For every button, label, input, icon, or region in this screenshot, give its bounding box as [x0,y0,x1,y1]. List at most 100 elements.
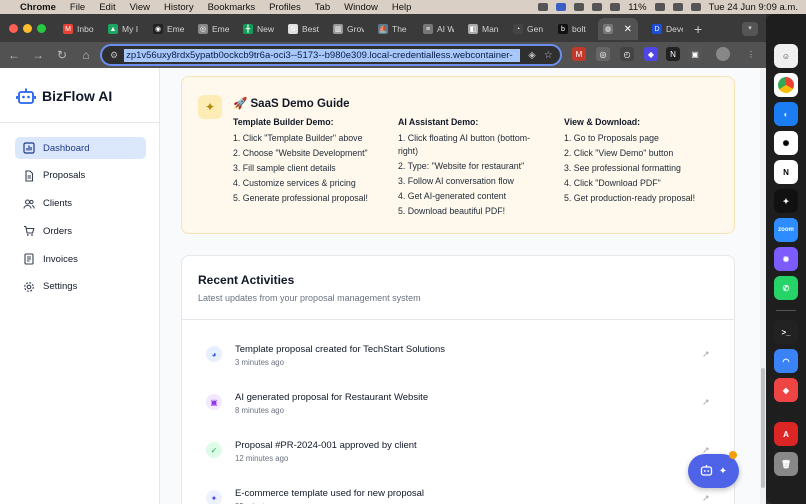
extension-icon[interactable]: ◎ [596,47,610,61]
activity-item[interactable]: ✓ Proposal #PR-2024-001 approved by clien… [182,436,734,476]
browser-tab[interactable]: b bolt [553,18,589,40]
browser-chrome: M Inbo ▲ My I ◉ Eme ◎ Eme ╋ New S Best ▥ Grov ⛵ The ≡ AI … [0,14,766,68]
menu-file[interactable]: File [70,2,85,13]
bookmark-star-icon[interactable]: ☆ [544,50,553,61]
address-bar[interactable]: ⚙ zp1v56uxy8rdx5ypatb0ockcb9tr6a-oci3--5… [100,44,562,66]
extension-icon[interactable]: ◴ [620,47,634,61]
menu-help[interactable]: Help [392,2,412,13]
kebab-menu-icon[interactable]: ⋮ [744,47,758,61]
divider [182,319,734,320]
safari-icon[interactable]: ◐ [774,102,798,126]
close-tab-icon[interactable]: ✕ [624,24,632,35]
minimize-window-button[interactable] [23,24,32,33]
open-link-icon[interactable]: ↗ [702,397,710,408]
browser-tab[interactable]: ▲ My I [103,18,139,40]
scrollbar-thumb[interactable] [761,368,765,488]
open-link-icon[interactable]: ↗ [702,493,710,504]
battery-percent[interactable]: 11% [628,2,646,13]
zoom-status-icon[interactable] [556,3,567,11]
brand[interactable]: BizFlow AI [16,86,112,106]
zoom-window-button[interactable] [37,24,46,33]
status-icon[interactable] [592,3,603,11]
finder-icon[interactable]: ☺ [774,44,798,68]
home-icon[interactable]: ⌂ [76,48,96,62]
guide-step: 4. Customize services & pricing [233,178,356,188]
activity-item[interactable]: ▣ AI generated proposal for Restaurant We… [182,388,734,428]
puzzle-icon[interactable]: ▣ [688,47,702,61]
extension-icon[interactable]: ◆ [644,47,658,61]
sidebar-item-settings[interactable]: Settings [15,276,146,298]
wifi-icon[interactable] [654,3,665,11]
activity-item[interactable]: ✦ E-commerce template used for new propos… [182,484,734,504]
url-text[interactable]: zp1v56uxy8rdx5ypatb0ockcb9tr6a-oci3--517… [124,48,521,62]
status-icon[interactable] [574,3,585,11]
search-icon[interactable] [672,3,683,11]
menu-bookmarks[interactable]: Bookmarks [208,2,256,13]
new-tab-button[interactable]: + [694,21,702,37]
browser-tab[interactable]: ≡ AI W [418,18,454,40]
browser-tab[interactable]: ◔ Gen [508,18,544,40]
ai-assistant-button[interactable]: ✦ [688,451,739,488]
sidebar-item-proposals[interactable]: Proposals [15,165,146,187]
tab-label: New [257,24,274,34]
profile-avatar[interactable] [716,47,730,61]
browser-tab[interactable]: ◎ Eme [193,18,229,40]
sidebar-item-invoices[interactable]: Invoices [15,248,146,270]
menu-edit[interactable]: Edit [99,2,115,13]
extension-in-bar-icon[interactable]: ◈ [528,50,536,61]
sidebar-item-label: Invoices [43,253,78,265]
close-window-button[interactable] [9,24,18,33]
guide-step: 2. Choose "Website Development" [233,148,368,158]
browser-tab[interactable]: D Deve [647,18,683,40]
browser-tab[interactable]: ⛵ The [373,18,409,40]
open-link-icon[interactable]: ↗ [702,349,710,360]
trash-icon[interactable]: 🗑 [774,452,798,476]
menu-profiles[interactable]: Profiles [269,2,301,13]
menu-tab[interactable]: Tab [315,2,330,13]
activity-title: E-commerce template used for new proposa… [235,488,425,499]
browser-tab[interactable]: ◧ Man [463,18,499,40]
status-icon[interactable] [610,3,621,11]
notion-extension-icon[interactable]: N [666,47,680,61]
whatsapp-icon[interactable]: ✆ [774,276,798,300]
reload-icon[interactable]: ↻ [52,48,72,62]
check-icon: ✓ [206,442,222,458]
guide-step: 1. Go to Proposals page [564,133,659,143]
chrome-icon[interactable] [774,73,798,97]
chatgpt-icon[interactable]: ✺ [774,131,798,155]
browser-tab[interactable]: S Best [283,18,319,40]
browser-tab[interactable]: ◍ ✕ [598,18,638,40]
back-icon[interactable]: ← [4,48,24,62]
acrobat-icon[interactable]: A [774,422,798,446]
app-icon[interactable]: ◠ [774,349,798,373]
guide-step: 4. Get AI-generated content [398,190,507,201]
browser-tab[interactable]: ◉ Eme [148,18,184,40]
clock[interactable]: Tue 24 Jun 9:09 a.m. [709,2,798,13]
tab-favicon-icon: ⛵ [378,24,388,34]
app-sidebar: BizFlow AI Dashboard Proposals Clients O… [0,68,160,504]
app-icon[interactable]: ◆ [774,378,798,402]
menu-view[interactable]: View [130,2,150,13]
extension-icon[interactable]: M [572,47,586,61]
forward-icon[interactable]: → [28,48,48,62]
sidebar-item-clients[interactable]: Clients [15,193,146,215]
status-icon[interactable] [538,3,549,11]
app-icon[interactable]: ✹ [774,247,798,271]
notion-icon[interactable]: N [774,160,798,184]
bot-icon: ▣ [206,394,222,410]
sidebar-item-orders[interactable]: Orders [15,220,146,242]
browser-tab[interactable]: M Inbo [58,18,94,40]
zoom-icon[interactable]: zoom [774,218,798,242]
tab-search-button[interactable]: ▾ [742,22,758,36]
app-icon[interactable]: ✦ [774,189,798,213]
menu-window[interactable]: Window [344,2,378,13]
site-info-icon[interactable]: ⚙ [110,50,118,61]
activity-item[interactable]: ◕ Template proposal created for TechStart… [182,340,734,380]
browser-tab[interactable]: ╋ New [238,18,274,40]
browser-tab[interactable]: ▥ Grov [328,18,364,40]
menu-history[interactable]: History [164,2,194,13]
control-center-icon[interactable] [690,3,701,11]
terminal-icon[interactable]: >_ [774,320,798,344]
sidebar-item-dashboard[interactable]: Dashboard [15,137,146,159]
menu-app-name[interactable]: Chrome [20,2,56,13]
